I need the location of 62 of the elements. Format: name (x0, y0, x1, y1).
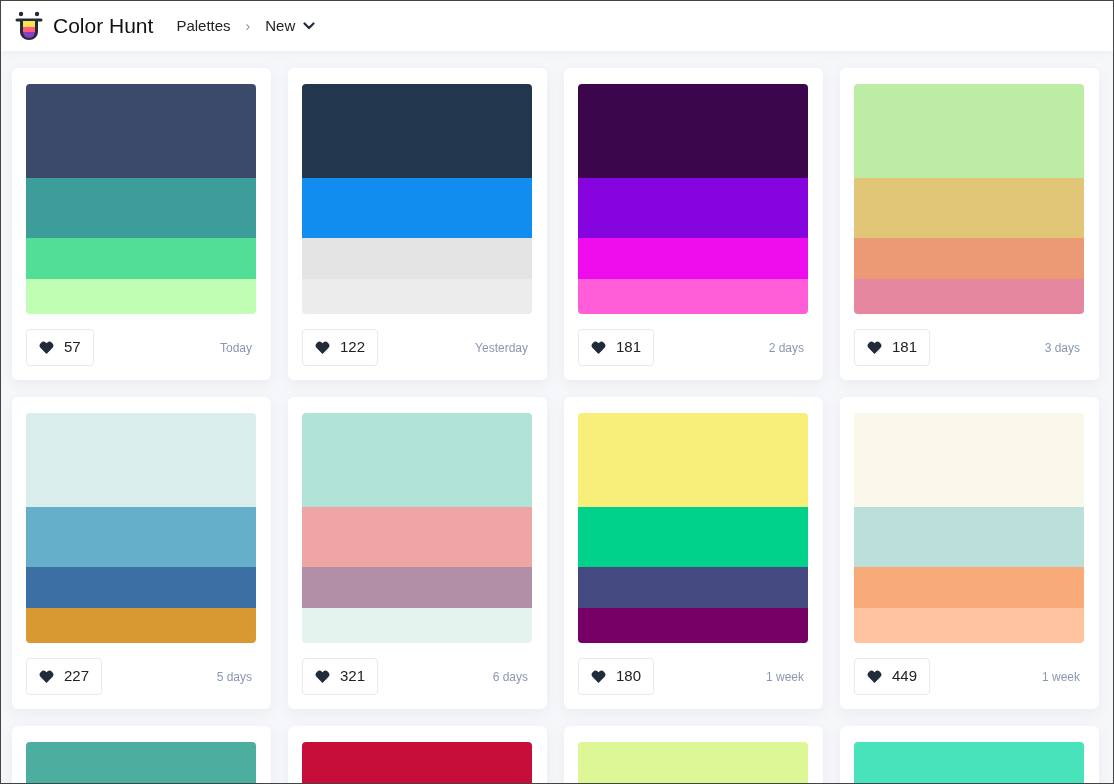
logo-icon[interactable] (15, 11, 43, 41)
date-label: 6 days (492, 668, 528, 686)
color-swatch[interactable] (26, 507, 256, 567)
heart-icon (591, 670, 606, 683)
heart-icon (315, 670, 330, 683)
like-button[interactable]: 180 (578, 658, 655, 695)
color-swatch[interactable] (578, 567, 808, 608)
color-swatch[interactable] (302, 567, 532, 608)
color-swatch[interactable] (578, 507, 808, 567)
color-swatch[interactable] (26, 279, 256, 314)
breadcrumb-separator: › (245, 16, 251, 36)
color-swatch[interactable] (854, 413, 1084, 507)
color-swatch[interactable] (578, 279, 808, 314)
date-label: 3 days (1044, 339, 1080, 357)
heart-icon (867, 670, 882, 683)
color-swatch[interactable] (26, 238, 256, 279)
date-label: 5 days (216, 668, 252, 686)
color-swatch[interactable] (578, 413, 808, 507)
heart-icon (591, 341, 606, 354)
color-swatch[interactable] (26, 608, 256, 643)
breadcrumb-link[interactable]: Palettes (176, 14, 231, 38)
color-swatch[interactable] (26, 413, 256, 507)
like-button[interactable]: 181 (854, 329, 931, 366)
color-swatch[interactable] (854, 238, 1084, 279)
like-button[interactable]: 321 (302, 658, 379, 695)
color-swatch[interactable] (578, 238, 808, 279)
date-label: Yesterday (475, 339, 528, 357)
color-swatch[interactable] (302, 608, 532, 643)
date-label: Today (219, 339, 252, 357)
heart-icon (867, 341, 882, 354)
color-swatch[interactable] (302, 507, 532, 567)
breadcrumb-link[interactable]: New (265, 14, 316, 38)
color-swatch[interactable] (854, 84, 1084, 178)
date-label: 2 days (768, 339, 804, 357)
chevron-down-icon (303, 22, 316, 30)
color-swatch[interactable] (302, 413, 532, 507)
color-swatch[interactable] (26, 567, 256, 608)
color-swatch[interactable] (302, 279, 532, 314)
color-swatch[interactable] (854, 178, 1084, 238)
color-swatch[interactable] (578, 84, 808, 178)
date-label: 1 week (1041, 668, 1080, 686)
color-swatch[interactable] (854, 279, 1084, 314)
color-swatch[interactable] (578, 608, 808, 643)
color-swatch[interactable] (26, 84, 256, 178)
heart-icon (315, 341, 330, 354)
like-button[interactable]: 181 (578, 329, 655, 366)
like-button[interactable]: 122 (302, 329, 379, 366)
like-button[interactable]: 227 (26, 658, 103, 695)
color-swatch[interactable] (302, 178, 532, 238)
color-swatch[interactable] (26, 178, 256, 238)
like-button[interactable]: 449 (854, 658, 931, 695)
heart-icon (39, 341, 54, 354)
brand-name[interactable]: Color Hunt (53, 10, 154, 42)
like-button[interactable]: 57 (26, 329, 94, 366)
heart-icon (39, 670, 54, 683)
color-swatch[interactable] (302, 84, 532, 178)
color-swatch[interactable] (302, 238, 532, 279)
color-swatch[interactable] (854, 507, 1084, 567)
color-swatch[interactable] (854, 608, 1084, 643)
color-swatch[interactable] (578, 178, 808, 238)
date-label: 1 week (765, 668, 804, 686)
color-swatch[interactable] (854, 567, 1084, 608)
